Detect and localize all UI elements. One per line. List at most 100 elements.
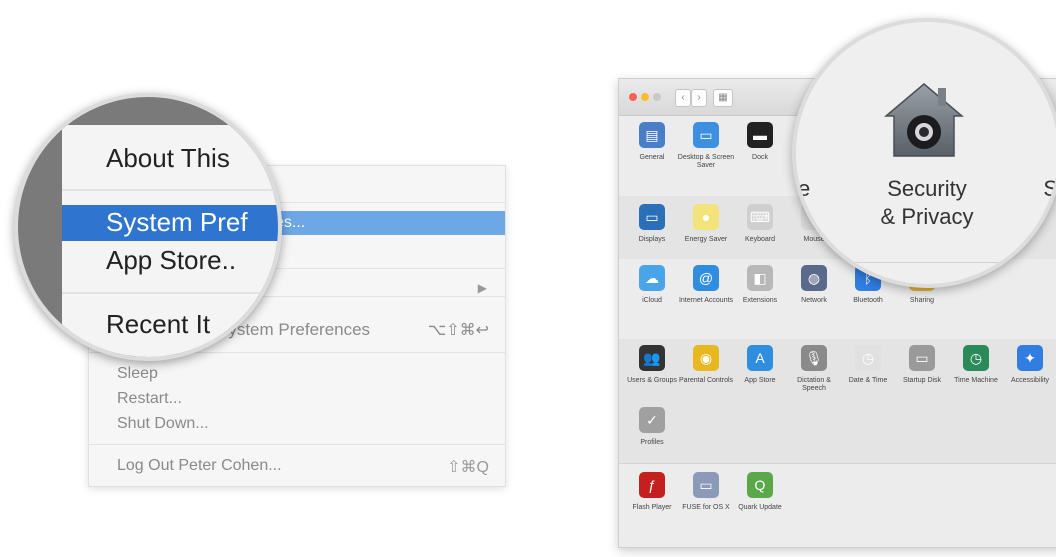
pref-pane[interactable]: ▭ Startup Disk [893,345,951,385]
adjacent-label-fragment: S [1043,176,1056,202]
pref-label: Date & Time [848,377,888,384]
menu-separator [89,444,505,445]
energy-icon: ● [693,204,719,230]
pref-pane[interactable]: @ Internet Accounts [677,265,735,305]
pref-label: Parental Controls [678,377,734,384]
menu-item-shut-down[interactable]: Shut Down... [89,412,505,436]
pref-label: Internet Accounts [678,297,734,304]
magnifier-left: About This System Pref App Store.. Recen… [14,93,282,361]
pref-pane[interactable]: ◍ Network [785,265,843,305]
prefs-row-system: 👥 Users & Groups ◉ Parental Controls A App St… [619,339,1056,401]
clock-icon: ◷ [855,345,881,371]
pref-label: Energy Saver [684,236,728,243]
quark-icon: Q [747,472,773,498]
pref-label: Bluetooth [853,297,883,304]
menu-item-label: Shut Down... [117,415,209,432]
icloud-icon: ☁ [639,265,665,291]
pref-pane[interactable]: ⌨ Keyboard [731,204,789,244]
pref-pane[interactable]: ◉ Parental Controls [677,345,735,385]
pref-pane[interactable]: ✦ Accessibility [1001,345,1056,385]
menu-item-label: Sleep [117,365,158,382]
pref-label: Keyboard [745,236,775,243]
pref-pane[interactable]: ▤ General [623,122,681,162]
pref-pane[interactable]: ● Energy Saver [677,204,735,244]
keyboard-icon: ⌨ [747,204,773,230]
show-all-button[interactable]: ▦ [713,89,733,107]
pref-label: Profiles [640,439,664,446]
extensions-icon: ◧ [747,265,773,291]
appstore-icon: A [747,345,773,371]
menu-separator [62,292,278,294]
dock-icon: ▬ [747,122,773,148]
pref-pane[interactable]: ▭ Desktop & Screen Saver [677,122,735,170]
menu-shortcut: ⇧⌘Q [447,459,489,476]
pref-pane[interactable]: ƒ Flash Player [623,472,681,512]
pref-pane[interactable]: ✓ Profiles [623,407,681,447]
close-icon[interactable] [629,93,637,101]
pref-pane[interactable]: ▭ FUSE for OS X [677,472,735,512]
pref-label: FUSE for OS X [682,504,730,511]
fuse-icon: ▭ [693,472,719,498]
prefs-row-other: ƒ Flash Player ▭ FUSE for OS X Q Quark Update [619,463,1056,548]
pref-pane[interactable]: A App Store [731,345,789,385]
pref-label: Time Machine [954,377,998,384]
pref-label: Accessibility [1010,377,1050,384]
menu-shortcut: ⌥⇧⌘↩ [427,322,489,339]
menu-separator [62,189,278,191]
zoom-icon[interactable] [653,93,661,101]
forward-button[interactable]: › [691,89,707,107]
pref-label: iCloud [642,297,662,304]
pref-pane[interactable]: ☁ iCloud [623,265,681,305]
pref-label: Displays [638,236,666,243]
pref-label: Dock [752,154,768,161]
displays-icon: ▭ [639,204,665,230]
menu-item-log-out[interactable]: Log Out Peter Cohen... ⇧⌘Q [89,454,505,478]
network-icon: ◍ [801,265,827,291]
magnifier-right: e Security & Privacy S [792,18,1056,288]
pref-label: Sharing [909,297,935,304]
security-privacy-icon [884,83,964,157]
pref-pane[interactable]: 👥 Users & Groups [623,345,681,385]
pref-label: Extensions [742,297,778,304]
profiles-icon: ✓ [639,407,665,433]
magnified-app-store: App Store.. [106,245,237,275]
security-privacy-label-1[interactable]: Security [796,176,1056,202]
section-divider [796,262,1056,263]
pref-label: Dictation & Speech [797,377,831,392]
users-icon: 👥 [639,345,665,371]
menu-item-sleep[interactable]: Sleep [89,362,505,386]
menu-item-restart[interactable]: Restart... [89,387,505,411]
pref-label: Users & Groups [627,377,677,384]
menu-item-label: Log Out Peter Cohen... [117,457,282,474]
magnified-system-prefs: System Pref [106,207,248,237]
security-privacy-label-2[interactable]: & Privacy [796,204,1056,230]
pref-pane[interactable]: ◷ Time Machine [947,345,1005,385]
magnified-about: About This [106,143,230,173]
pref-label: App Store [744,377,776,384]
pref-pane[interactable]: ▭ Displays [623,204,681,244]
flash-icon: ƒ [639,472,665,498]
prefs-row-system-2: ✓ Profiles [619,401,1056,463]
back-button[interactable]: ‹ [675,89,691,107]
pref-pane[interactable]: Q Quark Update [731,472,789,512]
general-icon: ▤ [639,122,665,148]
desktop-icon: ▭ [693,122,719,148]
menu-item-label: Restart... [117,390,182,407]
pref-label: General [639,154,665,161]
pref-pane[interactable]: ◷ Date & Time [839,345,897,385]
minimize-icon[interactable] [641,93,649,101]
disk-icon: ▭ [909,345,935,371]
dictation-icon: 🎙 [801,345,827,371]
parental-icon: ◉ [693,345,719,371]
timemachine-icon: ◷ [963,345,989,371]
pref-label: Startup Disk [902,377,942,384]
at-icon: @ [693,265,719,291]
pref-pane[interactable]: ◧ Extensions [731,265,789,305]
accessibility-icon: ✦ [1017,345,1043,371]
pref-label: Desktop & Screen Saver [677,154,735,169]
magnified-recent: Recent It [106,309,211,339]
pref-pane[interactable]: 🎙 Dictation & Speech [785,345,843,393]
pref-pane[interactable]: ▬ Dock [731,122,789,162]
submenu-arrow-icon: ▶ [477,281,487,295]
pref-label: Flash Player [632,504,672,511]
